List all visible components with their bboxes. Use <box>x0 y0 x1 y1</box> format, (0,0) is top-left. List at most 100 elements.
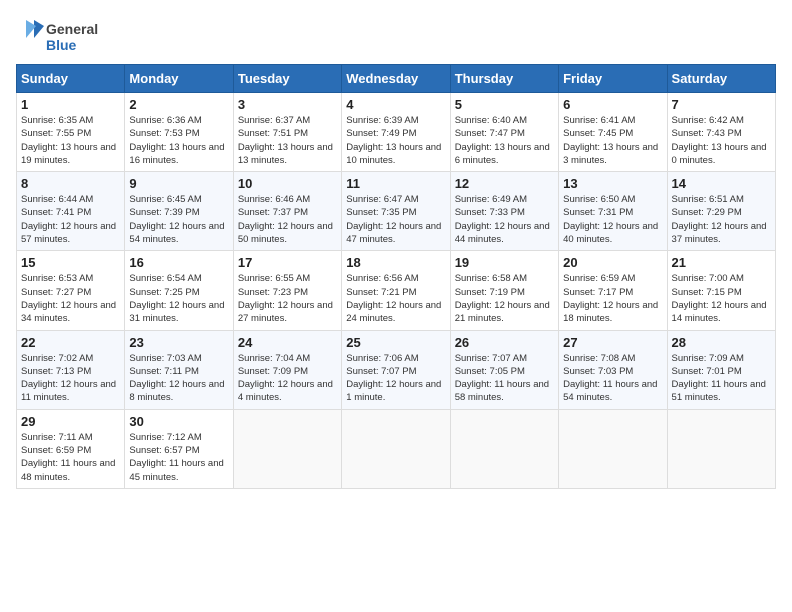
day-of-week-header: Monday <box>125 65 233 93</box>
day-detail: Sunrise: 6:46 AMSunset: 7:37 PMDaylight:… <box>238 194 333 245</box>
day-number: 18 <box>346 255 445 270</box>
day-number: 12 <box>455 176 554 191</box>
day-detail: Sunrise: 6:45 AMSunset: 7:39 PMDaylight:… <box>129 194 224 245</box>
day-number: 3 <box>238 97 337 112</box>
day-of-week-header: Thursday <box>450 65 558 93</box>
day-number: 22 <box>21 335 120 350</box>
calendar-day-cell: 19Sunrise: 6:58 AMSunset: 7:19 PMDayligh… <box>450 251 558 330</box>
day-detail: Sunrise: 6:41 AMSunset: 7:45 PMDaylight:… <box>563 115 658 166</box>
day-detail: Sunrise: 6:40 AMSunset: 7:47 PMDaylight:… <box>455 115 550 166</box>
calendar-week-row: 8 Sunrise: 6:44 AMSunset: 7:41 PMDaylight… <box>17 172 776 251</box>
calendar-day-cell: 12 Sunrise: 6:49 AMSunset: 7:33 PMDayligh… <box>450 172 558 251</box>
day-number: 28 <box>672 335 771 350</box>
calendar-day-cell: 17 Sunrise: 6:55 AMSunset: 7:23 PMDayligh… <box>233 251 341 330</box>
calendar-day-cell <box>342 409 450 488</box>
calendar-day-cell: 6 Sunrise: 6:41 AMSunset: 7:45 PMDaylight… <box>559 93 667 172</box>
calendar-day-cell: 30 Sunrise: 7:12 AMSunset: 6:57 PMDayligh… <box>125 409 233 488</box>
logo: General Blue <box>16 16 126 56</box>
day-number: 16 <box>129 255 228 270</box>
calendar-day-cell: 13 Sunrise: 6:50 AMSunset: 7:31 PMDayligh… <box>559 172 667 251</box>
calendar-day-cell: 21Sunrise: 7:00 AMSunset: 7:15 PMDayligh… <box>667 251 775 330</box>
day-of-week-header: Friday <box>559 65 667 93</box>
day-number: 30 <box>129 414 228 429</box>
day-detail: Sunrise: 6:35 AMSunset: 7:55 PMDaylight:… <box>21 115 116 166</box>
day-of-week-header: Tuesday <box>233 65 341 93</box>
calendar-day-cell: 26 Sunrise: 7:07 AMSunset: 7:05 PMDayligh… <box>450 330 558 409</box>
day-detail: Sunrise: 7:06 AMSunset: 7:07 PMDaylight:… <box>346 353 441 404</box>
day-number: 13 <box>563 176 662 191</box>
calendar-day-cell: 5 Sunrise: 6:40 AMSunset: 7:47 PMDaylight… <box>450 93 558 172</box>
day-detail: Sunrise: 6:51 AMSunset: 7:29 PMDaylight:… <box>672 194 767 245</box>
day-number: 26 <box>455 335 554 350</box>
calendar-day-cell: 28 Sunrise: 7:09 AMSunset: 7:01 PMDayligh… <box>667 330 775 409</box>
day-detail: Sunrise: 7:11 AMSunset: 6:59 PMDaylight:… <box>21 432 115 483</box>
day-of-week-header: Wednesday <box>342 65 450 93</box>
svg-text:General: General <box>46 21 98 37</box>
calendar-day-cell: 18 Sunrise: 6:56 AMSunset: 7:21 PMDayligh… <box>342 251 450 330</box>
day-of-week-header: Sunday <box>17 65 125 93</box>
day-number: 29 <box>21 414 120 429</box>
calendar-day-cell: 3 Sunrise: 6:37 AMSunset: 7:51 PMDaylight… <box>233 93 341 172</box>
calendar-week-row: 29 Sunrise: 7:11 AMSunset: 6:59 PMDayligh… <box>17 409 776 488</box>
calendar-day-cell: 9Sunrise: 6:45 AMSunset: 7:39 PMDaylight… <box>125 172 233 251</box>
calendar-week-row: 15Sunrise: 6:53 AMSunset: 7:27 PMDayligh… <box>17 251 776 330</box>
logo-svg: General Blue <box>16 16 126 56</box>
calendar-header-row: SundayMondayTuesdayWednesdayThursdayFrid… <box>17 65 776 93</box>
calendar-day-cell: 14 Sunrise: 6:51 AMSunset: 7:29 PMDayligh… <box>667 172 775 251</box>
calendar-day-cell: 7 Sunrise: 6:42 AMSunset: 7:43 PMDaylight… <box>667 93 775 172</box>
day-number: 19 <box>455 255 554 270</box>
day-number: 24 <box>238 335 337 350</box>
calendar-week-row: 22 Sunrise: 7:02 AMSunset: 7:13 PMDayligh… <box>17 330 776 409</box>
day-detail: Sunrise: 7:02 AMSunset: 7:13 PMDaylight:… <box>21 353 116 404</box>
calendar-body: 1 Sunrise: 6:35 AMSunset: 7:55 PMDaylight… <box>17 93 776 489</box>
day-number: 20 <box>563 255 662 270</box>
day-detail: Sunrise: 7:07 AMSunset: 7:05 PMDaylight:… <box>455 353 549 404</box>
day-detail: Sunrise: 6:42 AMSunset: 7:43 PMDaylight:… <box>672 115 767 166</box>
day-detail: Sunrise: 7:04 AMSunset: 7:09 PMDaylight:… <box>238 353 333 404</box>
day-number: 14 <box>672 176 771 191</box>
day-number: 2 <box>129 97 228 112</box>
day-detail: Sunrise: 6:44 AMSunset: 7:41 PMDaylight:… <box>21 194 116 245</box>
calendar-day-cell: 23 Sunrise: 7:03 AMSunset: 7:11 PMDayligh… <box>125 330 233 409</box>
calendar-day-cell: 29 Sunrise: 7:11 AMSunset: 6:59 PMDayligh… <box>17 409 125 488</box>
day-detail: Sunrise: 6:37 AMSunset: 7:51 PMDaylight:… <box>238 115 333 166</box>
day-detail: Sunrise: 7:12 AMSunset: 6:57 PMDaylight:… <box>129 432 223 483</box>
day-number: 5 <box>455 97 554 112</box>
day-detail: Sunrise: 6:47 AMSunset: 7:35 PMDaylight:… <box>346 194 441 245</box>
day-detail: Sunrise: 7:03 AMSunset: 7:11 PMDaylight:… <box>129 353 224 404</box>
day-detail: Sunrise: 6:54 AMSunset: 7:25 PMDaylight:… <box>129 273 224 324</box>
day-number: 21 <box>672 255 771 270</box>
header: General Blue <box>16 16 776 56</box>
calendar-day-cell: 22 Sunrise: 7:02 AMSunset: 7:13 PMDayligh… <box>17 330 125 409</box>
calendar-day-cell <box>559 409 667 488</box>
calendar-day-cell <box>233 409 341 488</box>
day-number: 17 <box>238 255 337 270</box>
calendar-day-cell <box>667 409 775 488</box>
day-detail: Sunrise: 7:08 AMSunset: 7:03 PMDaylight:… <box>563 353 657 404</box>
calendar-day-cell: 20 Sunrise: 6:59 AMSunset: 7:17 PMDayligh… <box>559 251 667 330</box>
svg-text:Blue: Blue <box>46 37 77 53</box>
calendar-week-row: 1 Sunrise: 6:35 AMSunset: 7:55 PMDaylight… <box>17 93 776 172</box>
day-number: 23 <box>129 335 228 350</box>
day-detail: Sunrise: 6:55 AMSunset: 7:23 PMDaylight:… <box>238 273 333 324</box>
day-number: 8 <box>21 176 120 191</box>
day-number: 11 <box>346 176 445 191</box>
day-detail: Sunrise: 6:56 AMSunset: 7:21 PMDaylight:… <box>346 273 441 324</box>
day-detail: Sunrise: 6:53 AMSunset: 7:27 PMDaylight:… <box>21 273 116 324</box>
calendar-day-cell: 10Sunrise: 6:46 AMSunset: 7:37 PMDayligh… <box>233 172 341 251</box>
day-of-week-header: Saturday <box>667 65 775 93</box>
day-detail: Sunrise: 6:50 AMSunset: 7:31 PMDaylight:… <box>563 194 658 245</box>
day-number: 7 <box>672 97 771 112</box>
day-number: 1 <box>21 97 120 112</box>
calendar-day-cell: 4Sunrise: 6:39 AMSunset: 7:49 PMDaylight… <box>342 93 450 172</box>
calendar-day-cell: 25 Sunrise: 7:06 AMSunset: 7:07 PMDayligh… <box>342 330 450 409</box>
day-number: 6 <box>563 97 662 112</box>
day-number: 25 <box>346 335 445 350</box>
calendar-day-cell: 27 Sunrise: 7:08 AMSunset: 7:03 PMDayligh… <box>559 330 667 409</box>
day-number: 27 <box>563 335 662 350</box>
day-detail: Sunrise: 6:59 AMSunset: 7:17 PMDaylight:… <box>563 273 658 324</box>
day-detail: Sunrise: 6:36 AMSunset: 7:53 PMDaylight:… <box>129 115 224 166</box>
calendar-table: SundayMondayTuesdayWednesdayThursdayFrid… <box>16 64 776 489</box>
day-detail: Sunrise: 7:09 AMSunset: 7:01 PMDaylight:… <box>672 353 766 404</box>
day-detail: Sunrise: 6:49 AMSunset: 7:33 PMDaylight:… <box>455 194 550 245</box>
